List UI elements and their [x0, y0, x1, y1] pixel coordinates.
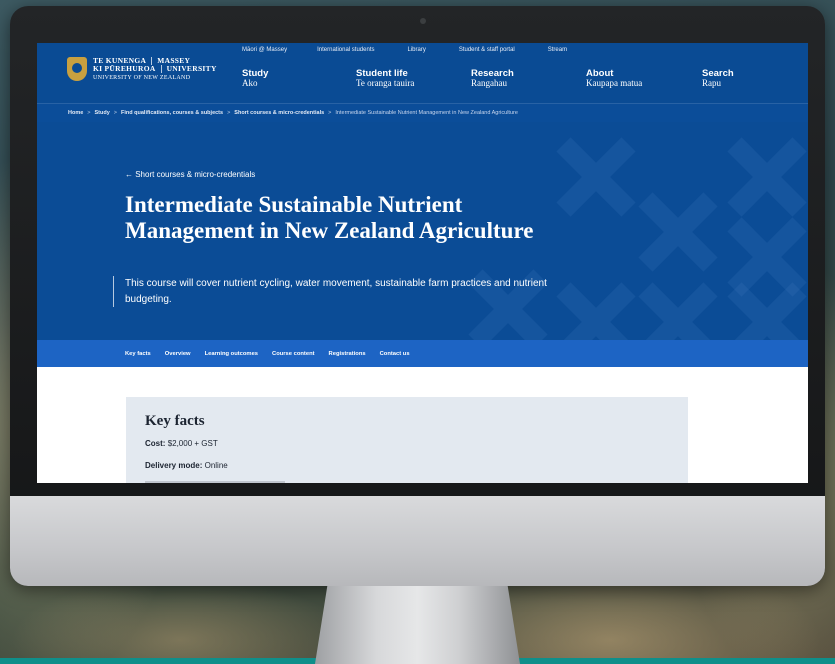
monitor-stand — [315, 586, 520, 664]
fact-cost-label: Cost: — [145, 439, 166, 448]
main-content: Key facts Cost: $2,000 + GST Delivery mo… — [37, 367, 808, 483]
breadcrumb-current: Intermediate Sustainable Nutrient Manage… — [335, 110, 518, 116]
logo-wordmark: TE KUNENGA MASSEY KI PŪREHUROA UNIVERSIT… — [93, 57, 217, 81]
crest-icon — [67, 57, 87, 82]
back-to-short-courses-link[interactable]: ← Short courses & micro-credentials — [125, 170, 255, 179]
breadcrumb-find-qualifications[interactable]: Find qualifications, courses & subjects — [121, 110, 223, 116]
key-facts-heading: Key facts — [145, 413, 205, 429]
nav-research-maori: Rangahau — [471, 78, 507, 89]
tab-course-content[interactable]: Course content — [272, 351, 315, 357]
decorative-cross-icon — [732, 222, 802, 292]
breadcrumb: Home > Study > Find qualifications, cour… — [37, 103, 808, 122]
nav-student-life-maori: Te oranga tauira — [356, 78, 415, 89]
fact-cost: Cost: $2,000 + GST — [145, 439, 218, 448]
utility-link-portal[interactable]: Student & staff portal — [459, 47, 515, 53]
decorative-cross-icon — [732, 142, 802, 212]
nav-about-maori: Kaupapa matua — [586, 78, 643, 89]
fact-cutoff — [145, 481, 285, 483]
browser-screen: TE KUNENGA MASSEY KI PŪREHUROA UNIVERSIT… — [37, 43, 808, 483]
breadcrumb-separator: > — [87, 110, 91, 116]
course-summary: This course will cover nutrient cycling,… — [113, 276, 575, 307]
section-tabs: Key facts Overview Learning outcomes Cou… — [37, 340, 808, 367]
page-title: Intermediate Sustainable Nutrient Manage… — [125, 192, 534, 243]
nav-student-life[interactable]: Student life Te oranga tauira — [356, 68, 415, 89]
nav-about[interactable]: About Kaupapa matua — [586, 68, 643, 89]
fact-delivery: Delivery mode: Online — [145, 461, 228, 470]
tab-registrations[interactable]: Registrations — [329, 351, 366, 357]
nav-study[interactable]: Study Ako — [242, 68, 268, 89]
utility-link-library[interactable]: Library — [407, 47, 425, 53]
utility-link-maori[interactable]: Māori @ Massey — [242, 47, 287, 53]
breadcrumb-home[interactable]: Home — [68, 110, 83, 116]
tab-contact-us[interactable]: Contact us — [380, 351, 410, 357]
monitor-chin — [10, 496, 825, 586]
breadcrumb-separator: > — [113, 110, 117, 116]
fact-delivery-label: Delivery mode: — [145, 461, 203, 470]
breadcrumb-separator: > — [328, 110, 332, 116]
decorative-cross-icon — [643, 197, 713, 267]
site-header: TE KUNENGA MASSEY KI PŪREHUROA UNIVERSIT… — [37, 43, 808, 103]
logo-line3: UNIVERSITY OF NEW ZEALAND — [93, 74, 191, 81]
nav-study-maori: Ako — [242, 78, 258, 89]
decorative-cross-icon — [643, 287, 713, 340]
tab-learning-outcomes[interactable]: Learning outcomes — [205, 351, 258, 357]
camera-icon — [420, 18, 426, 24]
fact-cost-value: $2,000 + GST — [167, 439, 218, 448]
massey-logo[interactable]: TE KUNENGA MASSEY KI PŪREHUROA UNIVERSIT… — [67, 57, 217, 82]
breadcrumb-separator: > — [227, 110, 231, 116]
nav-search-maori: Rapu — [702, 78, 721, 89]
utility-link-international[interactable]: International students — [317, 47, 374, 53]
breadcrumb-short-courses[interactable]: Short courses & micro-credentials — [234, 110, 324, 116]
nav-research[interactable]: Research Rangahau — [471, 68, 514, 89]
key-facts-card: Key facts Cost: $2,000 + GST Delivery mo… — [126, 397, 688, 483]
tab-key-facts[interactable]: Key facts — [125, 351, 151, 357]
breadcrumb-study[interactable]: Study — [95, 110, 110, 116]
course-hero: ← Short courses & micro-credentials Inte… — [37, 122, 808, 340]
tab-overview[interactable]: Overview — [165, 351, 191, 357]
fact-delivery-value: Online — [204, 461, 228, 470]
utility-link-stream[interactable]: Stream — [548, 47, 567, 53]
logo-line2-left: KI PŪREHUROA — [93, 63, 156, 73]
nav-search[interactable]: Search Rapu — [702, 68, 734, 89]
decorative-cross-icon — [561, 142, 631, 212]
utility-nav: Māori @ Massey International students Li… — [242, 47, 600, 53]
logo-line2-right: UNIVERSITY — [160, 64, 217, 73]
